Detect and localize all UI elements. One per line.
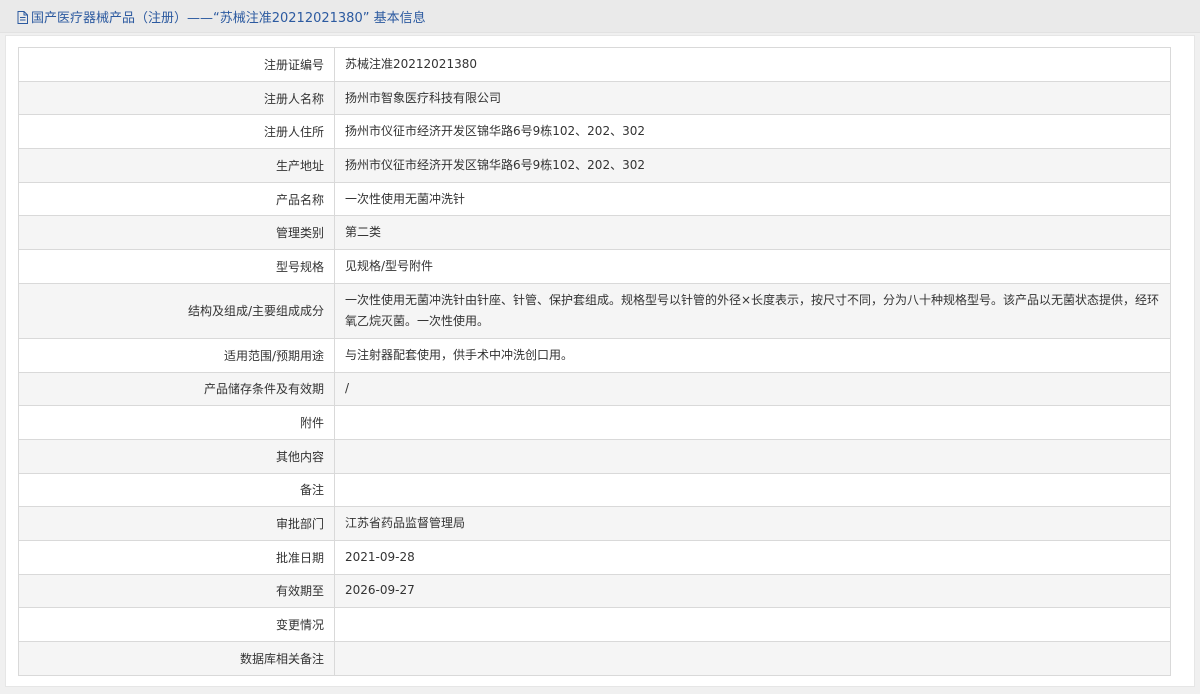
- row-label: 型号规格: [18, 249, 335, 284]
- row-value: [334, 641, 1171, 676]
- row-label: 注册证编号: [18, 47, 335, 82]
- page-header: 国产医疗器械产品（注册）——“苏械注准20212021380” 基本信息: [0, 0, 1200, 33]
- row-label: 注册人名称: [18, 80, 335, 116]
- row-label: 适用范围/预期用途: [18, 337, 335, 373]
- row-value: 2026-09-27: [334, 573, 1171, 609]
- document-icon: [17, 10, 28, 24]
- row-value: 扬州市仪征市经济开发区锦华路6号9栋102、202、302: [334, 114, 1171, 150]
- table-row: 型号规格 见规格/型号附件: [18, 249, 1171, 284]
- row-value: /: [334, 371, 1171, 407]
- row-value: [334, 607, 1171, 642]
- row-value: 2021-09-28: [334, 539, 1171, 575]
- row-value: [334, 405, 1171, 440]
- row-value: 与注射器配套使用，供手术中冲洗创口用。: [334, 337, 1171, 373]
- table-row: 备注: [18, 472, 1171, 508]
- row-label: 附件: [18, 405, 335, 440]
- table-row: 管理类别 第二类: [18, 215, 1171, 251]
- table-row: 注册人名称 扬州市智象医疗科技有限公司: [18, 80, 1171, 116]
- table-row: 批准日期 2021-09-28: [18, 539, 1171, 575]
- table-row: 注册证编号 苏械注准20212021380: [18, 47, 1171, 82]
- row-value: 扬州市智象医疗科技有限公司: [334, 80, 1171, 116]
- row-label: 批准日期: [18, 539, 335, 575]
- table-row: 结构及组成/主要组成成分 一次性使用无菌冲洗针由针座、针管、保护套组成。规格型号…: [18, 282, 1171, 339]
- row-label: 注册人住所: [18, 114, 335, 150]
- row-value: 一次性使用无菌冲洗针: [334, 181, 1171, 217]
- row-value: 苏械注准20212021380: [334, 47, 1171, 82]
- table-row: 生产地址 扬州市仪征市经济开发区锦华路6号9栋102、202、302: [18, 148, 1171, 183]
- row-value: 江苏省药品监督管理局: [334, 506, 1171, 541]
- table-row: 其他内容: [18, 438, 1171, 474]
- table-row: 适用范围/预期用途 与注射器配套使用，供手术中冲洗创口用。: [18, 337, 1171, 373]
- row-label: 数据库相关备注: [18, 641, 335, 676]
- row-label: 管理类别: [18, 215, 335, 251]
- row-value: [334, 472, 1171, 508]
- row-label: 产品储存条件及有效期: [18, 371, 335, 407]
- row-label: 结构及组成/主要组成成分: [18, 282, 335, 339]
- table-row: 数据库相关备注: [18, 641, 1171, 676]
- row-label: 生产地址: [18, 148, 335, 183]
- table-row: 产品名称 一次性使用无菌冲洗针: [18, 181, 1171, 217]
- row-value: 扬州市仪征市经济开发区锦华路6号9栋102、202、302: [334, 148, 1171, 183]
- table-row: 审批部门 江苏省药品监督管理局: [18, 506, 1171, 541]
- row-value: 第二类: [334, 215, 1171, 251]
- row-label: 变更情况: [18, 607, 335, 642]
- row-label: 有效期至: [18, 573, 335, 609]
- table-row: 变更情况: [18, 607, 1171, 642]
- row-value: 见规格/型号附件: [334, 249, 1171, 284]
- row-label: 审批部门: [18, 506, 335, 541]
- row-label: 产品名称: [18, 181, 335, 217]
- row-label: 备注: [18, 472, 335, 508]
- page-title: 国产医疗器械产品（注册）——“苏械注准20212021380” 基本信息: [31, 10, 426, 26]
- table-row: 附件: [18, 405, 1171, 440]
- table-row: 注册人住所 扬州市仪征市经济开发区锦华路6号9栋102、202、302: [18, 114, 1171, 150]
- row-value: [334, 438, 1171, 474]
- table-row: 有效期至 2026-09-27: [18, 573, 1171, 609]
- info-table: 注册证编号 苏械注准20212021380 注册人名称 扬州市智象医疗科技有限公…: [18, 47, 1171, 676]
- row-value: 一次性使用无菌冲洗针由针座、针管、保护套组成。规格型号以针管的外径×长度表示，按…: [334, 282, 1171, 339]
- table-row: 产品储存条件及有效期 /: [18, 371, 1171, 407]
- content-panel: 注册证编号 苏械注准20212021380 注册人名称 扬州市智象医疗科技有限公…: [5, 35, 1195, 687]
- row-label: 其他内容: [18, 438, 335, 474]
